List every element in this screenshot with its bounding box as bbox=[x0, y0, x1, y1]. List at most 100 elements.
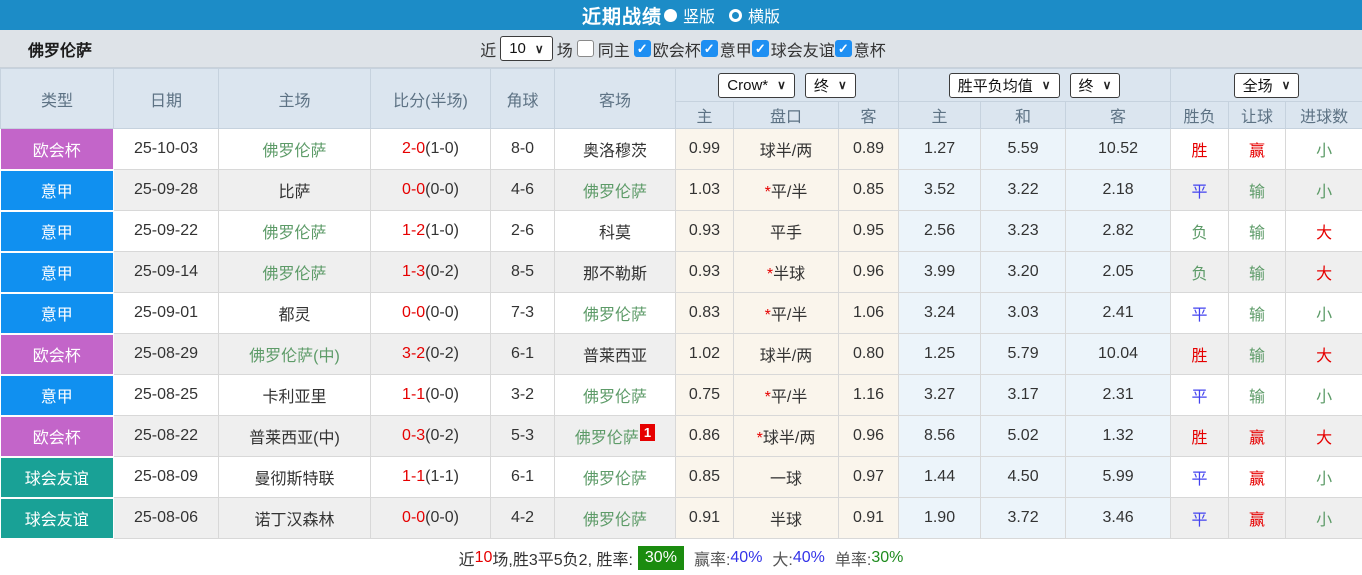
radio-vertical-label[interactable]: 竖版 bbox=[683, 3, 715, 27]
away-team[interactable]: 佛罗伦萨 1 bbox=[554, 415, 676, 457]
competition-badge: 意甲 bbox=[0, 210, 114, 253]
competition-checkbox[interactable]: ✓ bbox=[834, 40, 852, 57]
handicap-rate-label: 赢率: bbox=[693, 552, 731, 569]
col-header-home: 主场 bbox=[218, 68, 371, 129]
result-handicap: 输 bbox=[1228, 251, 1287, 293]
competition-badge: 球会友谊 bbox=[0, 456, 114, 499]
handicap-cell: 半球 bbox=[733, 497, 839, 539]
handicap-cell: 球半/两 bbox=[733, 333, 839, 375]
result-goals: 小 bbox=[1285, 128, 1362, 170]
match-date: 25-08-22 bbox=[113, 415, 219, 457]
summary-record: 场,胜3平5负2, 胜率: bbox=[492, 552, 633, 569]
home-team[interactable]: 佛罗伦萨(中) bbox=[218, 333, 371, 375]
col-header-avg-draw: 和 bbox=[980, 101, 1067, 129]
result-handicap: 输 bbox=[1228, 374, 1287, 416]
match-date: 25-08-09 bbox=[113, 456, 219, 498]
period-select[interactable]: 全场 ∨ bbox=[1233, 72, 1300, 98]
same-home-checkbox[interactable] bbox=[576, 40, 594, 57]
away-odds: 0.95 bbox=[838, 210, 900, 252]
chevron-down-icon: ∨ bbox=[777, 78, 786, 92]
summary-prefix: 近 bbox=[458, 552, 475, 569]
away-team[interactable]: 科莫 bbox=[554, 210, 676, 252]
home-team[interactable]: 佛罗伦萨 bbox=[218, 210, 371, 252]
match-row: 意甲 25-09-01 都灵 0-0(0-0) 7-3 佛罗伦萨 0.83 *平/半 1.06 3… bbox=[0, 292, 1362, 335]
away-odds: 0.91 bbox=[838, 497, 900, 539]
radio-selected-icon[interactable] bbox=[663, 8, 677, 22]
corners-cell: 3-2 bbox=[490, 374, 555, 416]
team-name: 佛罗伦萨 bbox=[28, 42, 93, 60]
corners-cell: 4-2 bbox=[490, 497, 555, 539]
away-team[interactable]: 佛罗伦萨 bbox=[554, 497, 676, 539]
result-wdl: 胜 bbox=[1170, 333, 1230, 375]
home-team[interactable]: 卡利亚里 bbox=[218, 374, 371, 416]
home-team[interactable]: 曼彻斯特联 bbox=[218, 456, 371, 498]
competition-badge: 意甲 bbox=[0, 292, 114, 335]
home-team[interactable]: 普莱西亚(中) bbox=[218, 415, 371, 457]
away-team[interactable]: 佛罗伦萨 bbox=[554, 169, 676, 211]
result-goals: 大 bbox=[1285, 415, 1362, 457]
single-rate-label: 单率: bbox=[834, 552, 872, 569]
avg-select-group: 胜平负均值 ∨ 终 ∨ bbox=[898, 68, 1172, 102]
score-cell: 0-0(0-0) bbox=[370, 497, 491, 539]
result-wdl: 胜 bbox=[1170, 415, 1230, 457]
avg-draw-odds: 3.22 bbox=[980, 169, 1067, 211]
home-team[interactable]: 诺丁汉森林 bbox=[218, 497, 371, 539]
match-row: 欧会杯 25-08-22 普莱西亚(中) 0-3(0-2) 5-3 佛罗伦萨 1 0.86 *球… bbox=[0, 415, 1362, 458]
away-team[interactable]: 那不勒斯 bbox=[554, 251, 676, 293]
away-team[interactable]: 佛罗伦萨 bbox=[554, 374, 676, 416]
result-wdl: 负 bbox=[1170, 251, 1230, 293]
competition-checkbox[interactable]: ✓ bbox=[633, 40, 651, 57]
avg-draw-odds: 5.59 bbox=[980, 128, 1067, 170]
radio-unselected-icon[interactable] bbox=[729, 8, 742, 22]
home-team[interactable]: 比萨 bbox=[218, 169, 371, 211]
topbar: 近期战绩 竖版 横版 bbox=[0, 0, 1362, 30]
competition-checkbox[interactable]: ✓ bbox=[700, 40, 718, 57]
match-row: 球会友谊 25-08-06 诺丁汉森林 0-0(0-0) 4-2 佛罗伦萨 0.91 半球 0.… bbox=[0, 497, 1362, 540]
competition-checkbox[interactable]: ✓ bbox=[751, 40, 769, 57]
match-date: 25-09-28 bbox=[113, 169, 219, 211]
avg-lose-odds: 2.18 bbox=[1065, 169, 1172, 211]
avg-win-odds: 2.56 bbox=[898, 210, 982, 252]
avg-draw-odds: 5.02 bbox=[980, 415, 1067, 457]
col-header-score: 比分(半场) bbox=[370, 68, 491, 129]
away-team[interactable]: 佛罗伦萨 bbox=[554, 456, 676, 498]
page-title: 近期战绩 bbox=[581, 6, 662, 28]
radio-horizontal-label[interactable]: 横版 bbox=[748, 3, 780, 27]
competition-checkbox-label: 意甲 bbox=[719, 42, 752, 60]
match-row: 意甲 25-09-22 佛罗伦萨 1-2(1-0) 2-6 科莫 0.93 平手 0.95 2.5… bbox=[0, 210, 1362, 253]
avg-draw-odds: 4.50 bbox=[980, 456, 1067, 498]
avg-lose-odds: 1.32 bbox=[1065, 415, 1172, 457]
away-team[interactable]: 奥洛穆茨 bbox=[554, 128, 676, 170]
handicap-cell: 平手 bbox=[733, 210, 839, 252]
home-team[interactable]: 都灵 bbox=[218, 292, 371, 334]
handicap-cell: *球半/两 bbox=[733, 415, 839, 457]
col-header-result-handicap: 让球 bbox=[1228, 101, 1287, 129]
col-header-corners: 角球 bbox=[490, 68, 555, 129]
result-handicap: 赢 bbox=[1228, 128, 1287, 170]
result-goals: 大 bbox=[1285, 251, 1362, 293]
avg-draw-odds: 3.23 bbox=[980, 210, 1067, 252]
result-handicap: 输 bbox=[1228, 333, 1287, 375]
result-wdl: 负 bbox=[1170, 210, 1230, 252]
away-team[interactable]: 佛罗伦萨 bbox=[554, 292, 676, 334]
avg-odds-select[interactable]: 胜平负均值 ∨ bbox=[948, 72, 1060, 98]
match-date: 25-08-29 bbox=[113, 333, 219, 375]
competition-badge: 意甲 bbox=[0, 374, 114, 417]
chevron-down-icon: ∨ bbox=[837, 78, 847, 92]
match-date: 25-08-06 bbox=[113, 497, 219, 539]
result-wdl: 胜 bbox=[1170, 128, 1230, 170]
away-team[interactable]: 普莱西亚 bbox=[554, 333, 676, 375]
bookmaker-select[interactable]: Crow* ∨ bbox=[718, 72, 795, 98]
same-home-label: 同主 bbox=[597, 42, 630, 60]
avg-time-select[interactable]: 终 ∨ bbox=[1069, 72, 1121, 98]
col-header-date: 日期 bbox=[113, 68, 219, 129]
result-wdl: 平 bbox=[1170, 292, 1230, 334]
home-odds: 0.85 bbox=[675, 456, 734, 498]
score-cell: 2-0(1-0) bbox=[370, 128, 491, 170]
home-team[interactable]: 佛罗伦萨 bbox=[218, 128, 371, 170]
match-row: 意甲 25-09-14 佛罗伦萨 1-3(0-2) 8-5 那不勒斯 0.93 *半球 0.96… bbox=[0, 251, 1362, 294]
bookmaker-time-select[interactable]: 终 ∨ bbox=[804, 72, 856, 98]
avg-win-odds: 1.27 bbox=[898, 128, 982, 170]
recent-count-select[interactable]: 10 ∨ bbox=[500, 36, 553, 61]
home-team[interactable]: 佛罗伦萨 bbox=[218, 251, 371, 293]
